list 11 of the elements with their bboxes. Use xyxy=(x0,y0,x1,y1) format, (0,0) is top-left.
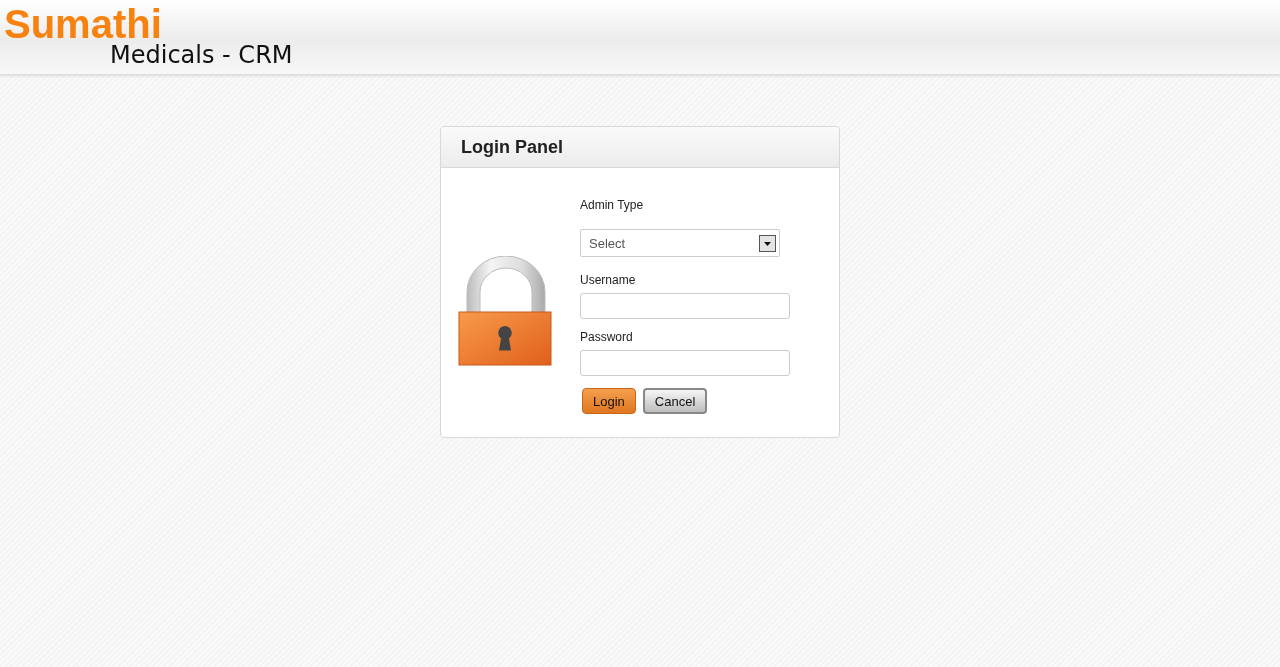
brand-subtitle: Medicals - CRM xyxy=(110,41,293,69)
cancel-button[interactable]: Cancel xyxy=(642,388,708,414)
panel-title: Login Panel xyxy=(461,136,563,158)
login-button[interactable]: Login xyxy=(582,388,636,414)
field-label: Password xyxy=(580,330,634,344)
field-label: Username xyxy=(580,273,637,287)
username-field[interactable] xyxy=(580,293,790,319)
field-label: Admin Type xyxy=(580,198,645,212)
padlock-icon xyxy=(458,256,554,368)
password-field[interactable] xyxy=(580,350,790,376)
admin-type-select[interactable]: Select xyxy=(580,229,780,257)
